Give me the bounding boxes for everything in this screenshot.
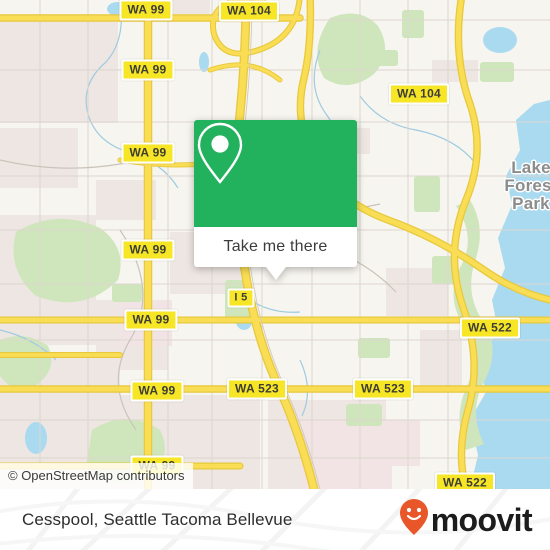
shield-wa-99-top: WA 99 (119, 0, 173, 21)
shield-wa-99-left: WA 99 (121, 239, 175, 261)
popup-icon-panel (194, 120, 357, 227)
take-me-there-button[interactable]: Take me there (194, 227, 357, 267)
shield-wa-523-right: WA 523 (352, 378, 414, 400)
moovit-logo: moovit (399, 489, 533, 550)
map-canvas[interactable]: Lake Forest Park WA 99 WA 104 WA 99 WA 1… (0, 0, 550, 489)
take-me-there-label: Take me there (223, 238, 328, 255)
osm-attribution-label: © OpenStreetMap contributors (8, 468, 185, 483)
shield-wa-99-lower: WA 99 (124, 309, 178, 331)
shield-wa-523-mid: WA 523 (226, 378, 288, 400)
moovit-wordmark: moovit (430, 501, 533, 538)
map-screenshot: Lake Forest Park WA 99 WA 104 WA 99 WA 1… (0, 0, 550, 550)
popup-body: Take me there (194, 120, 357, 267)
moovit-pin-smiley-icon (399, 498, 429, 541)
popup-tail (265, 267, 286, 280)
footer-title: Cesspool, Seattle Tacoma Bellevue (22, 489, 292, 550)
shield-wa-99-mid: WA 99 (121, 142, 175, 164)
osm-attribution[interactable]: © OpenStreetMap contributors (0, 463, 193, 489)
shield-wa-99-bottom: WA 99 (130, 380, 184, 402)
location-popup[interactable]: Take me there (194, 120, 357, 280)
shield-wa-104-right: WA 104 (388, 83, 450, 105)
shield-wa-522-right: WA 522 (459, 317, 521, 339)
footer-bar: Cesspool, Seattle Tacoma Bellevue moovit (0, 489, 550, 550)
shield-i-5: I 5 (227, 288, 255, 308)
shield-wa-522-bottom: WA 522 (434, 472, 496, 489)
shield-wa-99-upper: WA 99 (121, 59, 175, 81)
footer-title-label: Cesspool, Seattle Tacoma Bellevue (22, 509, 293, 529)
shield-wa-104-top: WA 104 (218, 0, 280, 22)
